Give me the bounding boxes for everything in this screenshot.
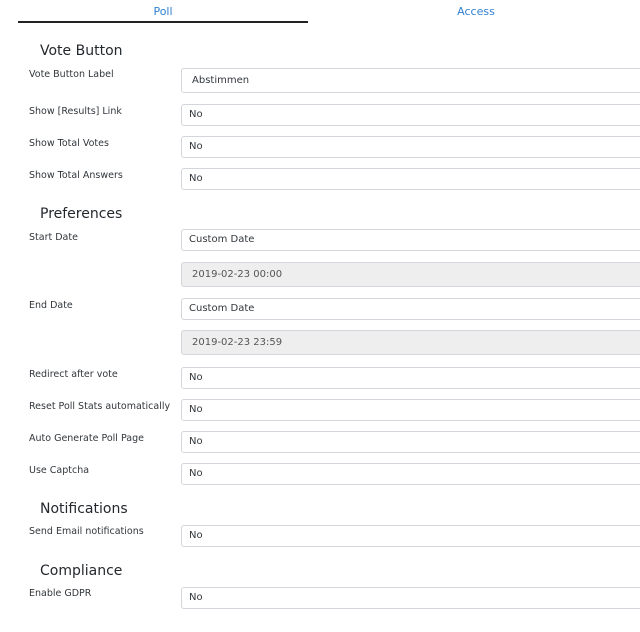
redirect-after-vote-label: Redirect after vote bbox=[29, 369, 118, 380]
show-total-votes-label: Show Total Votes bbox=[29, 138, 109, 149]
end-date-input[interactable]: 2019-02-23 23:59 bbox=[181, 330, 640, 355]
show-results-link-label: Show [Results] Link bbox=[29, 106, 122, 117]
tab-access[interactable]: Access bbox=[308, 0, 640, 24]
enable-gdpr-select[interactable]: No bbox=[181, 587, 640, 609]
use-captcha-label: Use Captcha bbox=[29, 465, 90, 476]
vote-button-label-label: Vote Button Label bbox=[29, 69, 114, 80]
show-total-answers-select[interactable]: No bbox=[181, 168, 640, 190]
reset-poll-stats-label: Reset Poll Stats automatically bbox=[29, 401, 171, 412]
end-date-label: End Date bbox=[29, 300, 73, 311]
redirect-after-vote-select[interactable]: No bbox=[181, 367, 640, 389]
section-title-notifications: Notifications bbox=[40, 501, 128, 517]
show-results-link-select[interactable]: No bbox=[181, 104, 640, 126]
section-title-vote-button: Vote Button bbox=[40, 43, 123, 59]
show-total-votes-select[interactable]: No bbox=[181, 136, 640, 158]
vote-button-label-input[interactable]: Abstimmen bbox=[181, 68, 640, 93]
end-date-select[interactable]: Custom Date bbox=[181, 298, 640, 320]
send-email-notifications-label: Send Email notifications bbox=[29, 526, 144, 537]
reset-poll-stats-select[interactable]: No bbox=[181, 399, 640, 421]
start-date-select[interactable]: Custom Date bbox=[181, 229, 640, 251]
auto-generate-page-select[interactable]: No bbox=[181, 431, 640, 453]
send-email-notifications-select[interactable]: No bbox=[181, 525, 640, 547]
auto-generate-page-label: Auto Generate Poll Page bbox=[29, 433, 144, 444]
start-date-input[interactable]: 2019-02-23 00:00 bbox=[181, 262, 640, 287]
active-tab-indicator bbox=[18, 21, 308, 23]
tab-bar: Poll Access bbox=[0, 0, 640, 24]
section-title-compliance: Compliance bbox=[40, 563, 123, 579]
section-title-preferences: Preferences bbox=[40, 206, 123, 222]
show-total-answers-label: Show Total Answers bbox=[29, 170, 123, 181]
use-captcha-select[interactable]: No bbox=[181, 463, 640, 485]
start-date-label: Start Date bbox=[29, 232, 78, 243]
enable-gdpr-label: Enable GDPR bbox=[29, 588, 92, 599]
